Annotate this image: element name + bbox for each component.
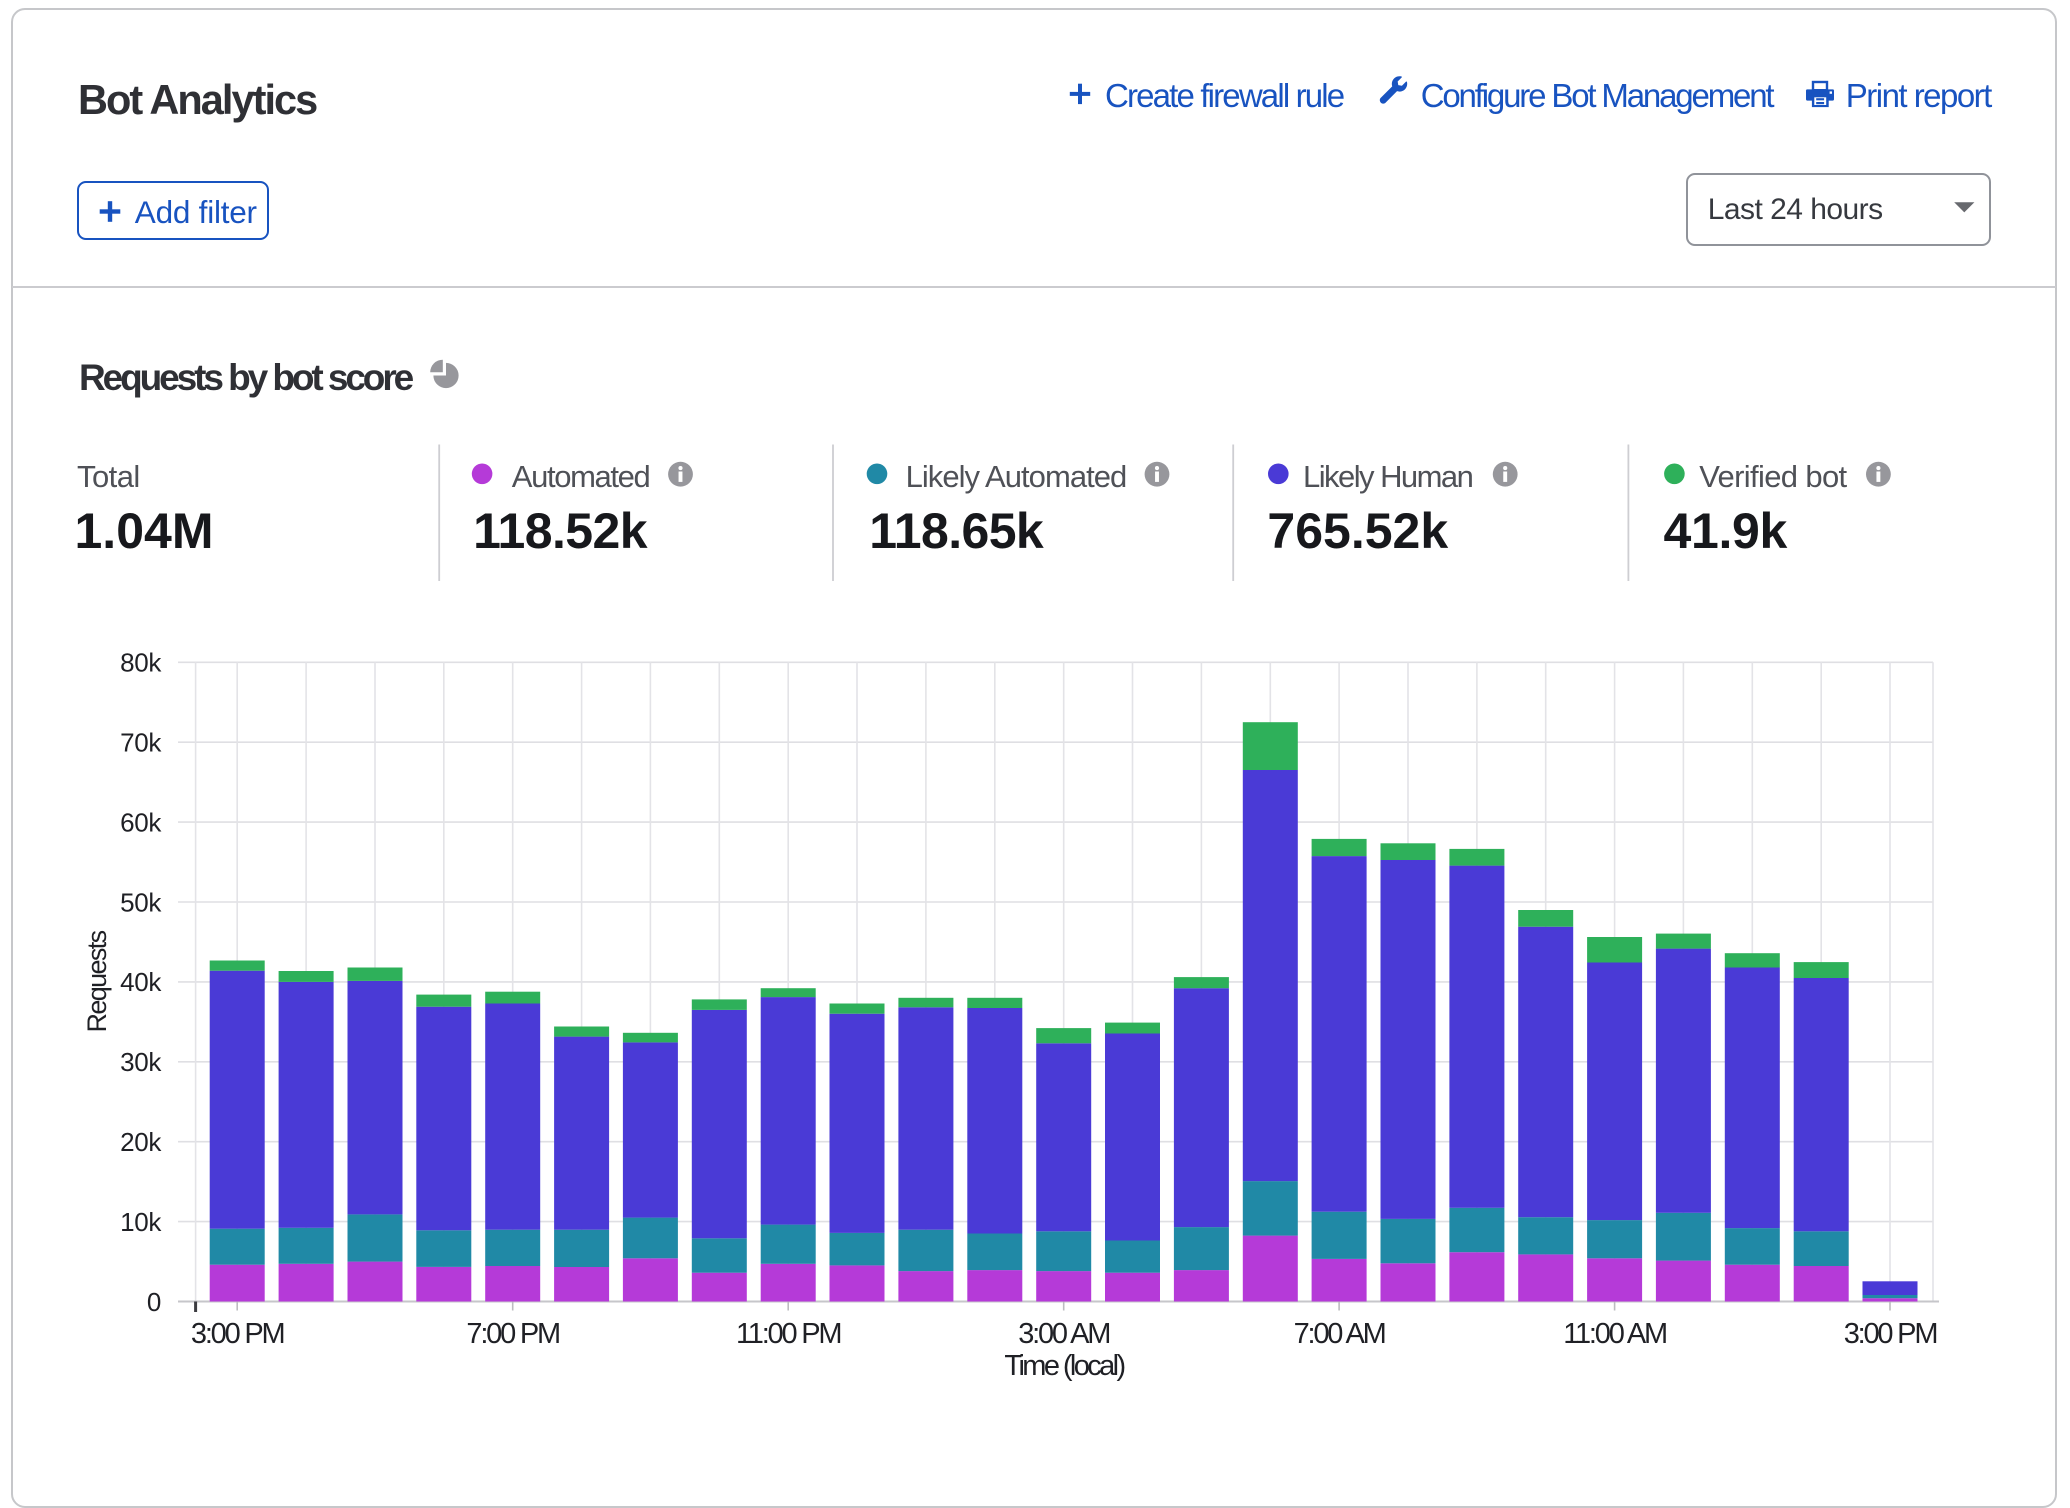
svg-text:Time (local): Time (local): [1004, 1350, 1124, 1382]
svg-text:3:00 AM: 3:00 AM: [1018, 1318, 1109, 1350]
svg-text:20k: 20k: [120, 1127, 162, 1157]
svg-text:30k: 30k: [120, 1047, 162, 1077]
svg-text:60k: 60k: [120, 807, 162, 837]
svg-text:80k: 80k: [120, 648, 162, 678]
svg-text:10k: 10k: [120, 1207, 162, 1237]
svg-text:7:00 AM: 7:00 AM: [1294, 1318, 1385, 1350]
svg-text:0: 0: [147, 1287, 161, 1317]
svg-text:40k: 40k: [120, 967, 162, 997]
svg-text:50k: 50k: [120, 887, 162, 917]
svg-text:Requests: Requests: [82, 930, 112, 1032]
svg-text:11:00 PM: 11:00 PM: [736, 1318, 840, 1350]
svg-text:3:00 PM: 3:00 PM: [1844, 1318, 1937, 1350]
svg-text:3:00 PM: 3:00 PM: [191, 1318, 284, 1350]
svg-text:70k: 70k: [120, 728, 162, 758]
svg-text:7:00 PM: 7:00 PM: [466, 1318, 559, 1350]
svg-text:11:00 AM: 11:00 AM: [1563, 1318, 1666, 1350]
